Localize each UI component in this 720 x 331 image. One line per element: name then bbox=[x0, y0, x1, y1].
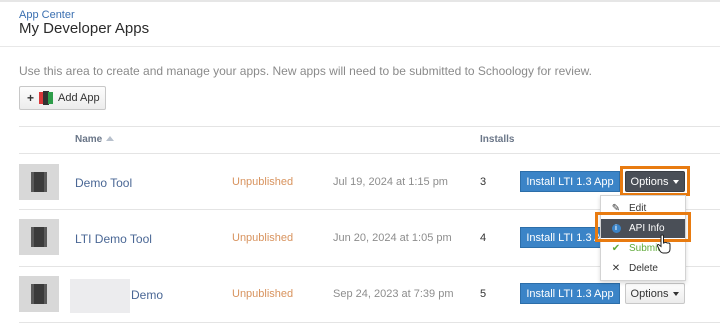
status-label: Unpublished bbox=[232, 232, 294, 244]
options-dropdown-menu: ✎ Edit i API Info ✔ Submit ✕ Delete bbox=[600, 195, 686, 281]
date-label: Sep 24, 2023 at 7:39 pm bbox=[333, 288, 454, 300]
install-lti-button[interactable]: Install LTI 1.3 App bbox=[520, 283, 620, 304]
status-label: Unpublished bbox=[232, 288, 294, 300]
menu-item-label: API Info bbox=[629, 223, 665, 234]
help-text: Use this area to create and manage your … bbox=[19, 64, 592, 78]
installs-count: 4 bbox=[480, 232, 487, 244]
app-name-link[interactable]: LTI Demo Tool bbox=[75, 232, 152, 246]
menu-item-label: Edit bbox=[629, 203, 647, 214]
app-name-link[interactable]: Demo Tool bbox=[75, 176, 132, 190]
header-divider bbox=[0, 46, 720, 47]
table-top-divider bbox=[19, 126, 720, 127]
app-thumbnail bbox=[19, 219, 59, 255]
table-header-divider bbox=[19, 153, 720, 154]
check-icon: ✔ bbox=[611, 243, 621, 254]
menu-item-edit[interactable]: ✎ Edit bbox=[601, 199, 685, 218]
date-label: Jun 20, 2024 at 1:05 pm bbox=[333, 232, 452, 244]
menu-item-api-info[interactable]: i API Info bbox=[601, 219, 685, 238]
options-button[interactable]: Options bbox=[625, 171, 685, 192]
installs-count: 3 bbox=[480, 176, 487, 188]
hand-cursor-icon bbox=[656, 234, 671, 254]
sort-ascending-icon bbox=[106, 136, 115, 141]
column-header-installs: Installs bbox=[480, 134, 515, 145]
column-header-name[interactable]: Name bbox=[75, 134, 115, 145]
app-icon bbox=[39, 90, 54, 106]
caret-down-icon bbox=[673, 291, 680, 296]
row-divider bbox=[19, 322, 720, 323]
menu-item-submit[interactable]: ✔ Submit bbox=[601, 239, 685, 258]
app-name-link[interactable]: Demo bbox=[131, 288, 163, 302]
app-thumbnail bbox=[19, 276, 59, 312]
date-label: Jul 19, 2024 at 1:15 pm bbox=[333, 176, 448, 188]
page-title: My Developer Apps bbox=[19, 20, 150, 37]
install-lti-button[interactable]: Install LTI 1.3 App bbox=[520, 171, 620, 192]
pencil-icon: ✎ bbox=[611, 203, 621, 214]
info-icon: i bbox=[611, 224, 621, 234]
caret-down-icon bbox=[673, 179, 680, 184]
add-app-label: Add App bbox=[58, 92, 100, 104]
redacted-area bbox=[70, 279, 130, 313]
options-button[interactable]: Options bbox=[625, 283, 685, 304]
installs-count: 5 bbox=[480, 288, 487, 300]
app-thumbnail bbox=[19, 164, 59, 200]
status-label: Unpublished bbox=[232, 176, 294, 188]
x-icon: ✕ bbox=[611, 263, 621, 274]
add-app-button[interactable]: + Add App bbox=[19, 86, 106, 110]
menu-item-label: Delete bbox=[629, 263, 658, 274]
top-border bbox=[0, 0, 720, 2]
menu-item-delete[interactable]: ✕ Delete bbox=[601, 259, 685, 278]
plus-icon: + bbox=[27, 91, 35, 105]
